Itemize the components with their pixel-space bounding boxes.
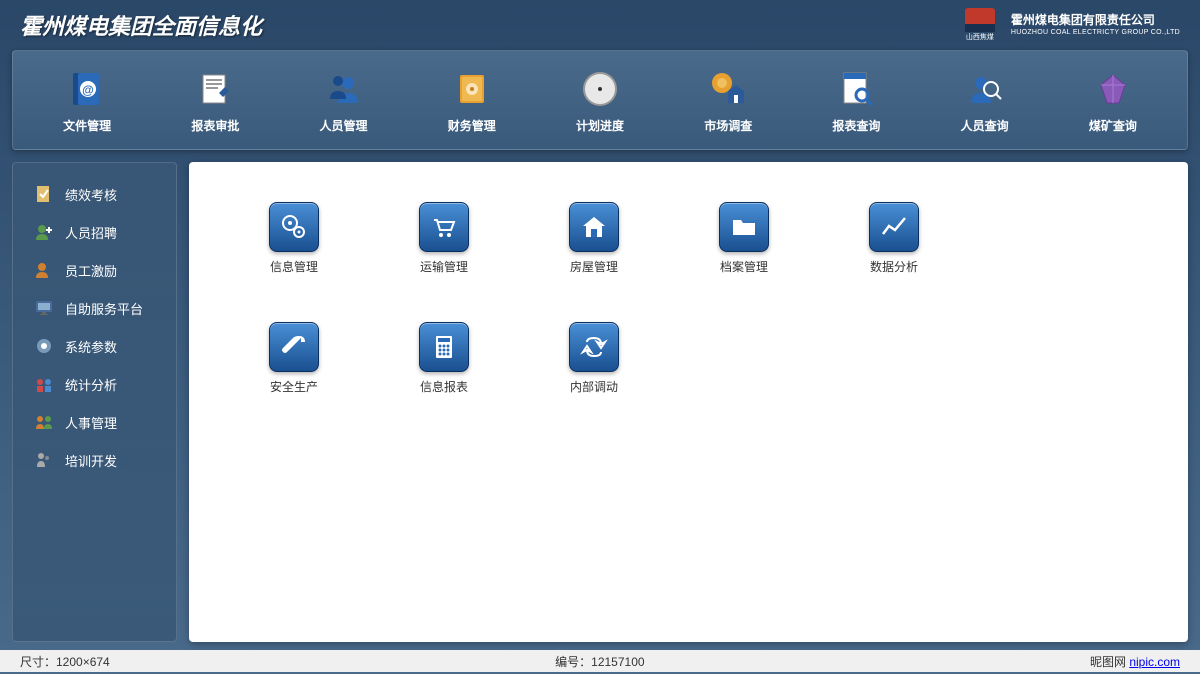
app-title: 霍州煤电集团全面信息化 xyxy=(20,9,262,41)
gear-house-icon xyxy=(706,67,750,111)
footer-id: 编号：12157100 xyxy=(555,653,644,670)
tile-label: 档案管理 xyxy=(720,258,768,275)
sidebar-label: 绩效考核 xyxy=(65,185,117,204)
sidebar-item-recruitment[interactable]: 人员招聘 xyxy=(13,213,176,251)
company-name-en: HUOZHOU COAL ELECTRICTY GROUP CO.,LTD xyxy=(1011,28,1180,37)
topnav-label: 市场调查 xyxy=(704,117,752,134)
wrench-icon xyxy=(269,322,319,372)
crystal-icon xyxy=(1091,67,1135,111)
sidebar-label: 人事管理 xyxy=(65,413,117,432)
tile-safety[interactable]: 安全生产 xyxy=(219,322,369,442)
tile-grid: 信息管理 运输管理 房屋管理 档案管理 数据分析 安全生产 xyxy=(219,202,1158,442)
document-search-icon xyxy=(834,67,878,111)
topnav-label: 文件管理 xyxy=(63,117,111,134)
sidebar-item-statistics[interactable]: 统计分析 xyxy=(13,365,176,403)
topnav-item-personnel-mgmt[interactable]: 人员管理 xyxy=(279,67,407,134)
sidebar-label: 员工激励 xyxy=(65,261,117,280)
sidebar-label: 统计分析 xyxy=(65,375,117,394)
header: 霍州煤电集团全面信息化 山西焦煤 霍州煤电集团有限责任公司 HUOZHOU CO… xyxy=(0,0,1200,50)
clipboard-check-icon xyxy=(33,183,55,205)
sidebar-item-sysparams[interactable]: 系统参数 xyxy=(13,327,176,365)
person-plus-icon xyxy=(33,221,55,243)
footer-link[interactable]: nipic.com xyxy=(1129,655,1180,669)
folder-icon xyxy=(719,202,769,252)
company-name-cn: 霍州煤电集团有限责任公司 xyxy=(1011,13,1180,29)
topnav-label: 煤矿查询 xyxy=(1089,117,1137,134)
chart-people-icon xyxy=(33,373,55,395)
top-navigation: @ 文件管理 报表审批 人员管理 财务管理 计划进度 市场调查 xyxy=(12,50,1188,150)
sidebar-item-performance[interactable]: 绩效考核 xyxy=(13,175,176,213)
tile-label: 内部调动 xyxy=(570,378,618,395)
person-star-icon xyxy=(33,259,55,281)
sidebar-label: 系统参数 xyxy=(65,337,117,356)
tile-internal-transfer[interactable]: 内部调动 xyxy=(519,322,669,442)
tile-label: 信息报表 xyxy=(420,378,468,395)
tile-transport-mgmt[interactable]: 运输管理 xyxy=(369,202,519,322)
refresh-arrows-icon xyxy=(569,322,619,372)
tile-info-report[interactable]: 信息报表 xyxy=(369,322,519,442)
topnav-item-market-survey[interactable]: 市场调查 xyxy=(664,67,792,134)
compass-icon xyxy=(578,67,622,111)
gear-icon xyxy=(33,335,55,357)
topnav-item-personnel-query[interactable]: 人员查询 xyxy=(921,67,1049,134)
sidebar-label: 培训开发 xyxy=(65,451,117,470)
sidebar-item-incentive[interactable]: 员工激励 xyxy=(13,251,176,289)
svg-text:@: @ xyxy=(82,83,94,97)
sidebar-item-selfservice[interactable]: 自助服务平台 xyxy=(13,289,176,327)
footer: 尺寸：1200×674 编号：12157100 昵图网 nipic.com xyxy=(0,650,1200,672)
topnav-item-report-query[interactable]: 报表查询 xyxy=(792,67,920,134)
sidebar-label: 自助服务平台 xyxy=(65,299,143,318)
tile-label: 运输管理 xyxy=(420,258,468,275)
topnav-label: 人员查询 xyxy=(961,117,1009,134)
monitor-icon xyxy=(33,297,55,319)
topnav-item-schedule[interactable]: 计划进度 xyxy=(536,67,664,134)
footer-dimensions: 尺寸：1200×674 xyxy=(20,653,110,670)
header-company: 山西焦煤 霍州煤电集团有限责任公司 HUOZHOU COAL ELECTRICT… xyxy=(965,8,1180,42)
address-book-icon: @ xyxy=(65,67,109,111)
tile-label: 数据分析 xyxy=(870,258,918,275)
topnav-item-finance-mgmt[interactable]: 财务管理 xyxy=(408,67,536,134)
tile-label: 安全生产 xyxy=(270,378,318,395)
topnav-item-report-approval[interactable]: 报表审批 xyxy=(151,67,279,134)
logo-icon xyxy=(965,8,995,32)
tile-info-mgmt[interactable]: 信息管理 xyxy=(219,202,369,322)
topnav-label: 报表查询 xyxy=(832,117,880,134)
tile-label: 房屋管理 xyxy=(570,258,618,275)
gears-icon xyxy=(269,202,319,252)
sidebar-item-hr[interactable]: 人事管理 xyxy=(13,403,176,441)
safe-box-icon xyxy=(450,67,494,111)
document-pen-icon xyxy=(193,67,237,111)
cart-icon xyxy=(419,202,469,252)
person-search-icon xyxy=(963,67,1007,111)
topnav-item-file-mgmt[interactable]: @ 文件管理 xyxy=(23,67,151,134)
house-icon xyxy=(569,202,619,252)
sidebar: 绩效考核 人员招聘 员工激励 自助服务平台 系统参数 统计分析 人事管理 培训 xyxy=(12,162,177,642)
tile-housing-mgmt[interactable]: 房屋管理 xyxy=(519,202,669,322)
content-panel: 信息管理 运输管理 房屋管理 档案管理 数据分析 安全生产 xyxy=(189,162,1188,642)
tile-archive-mgmt[interactable]: 档案管理 xyxy=(669,202,819,322)
calculator-icon xyxy=(419,322,469,372)
people-icon xyxy=(322,67,366,111)
tile-data-analysis[interactable]: 数据分析 xyxy=(819,202,969,322)
topnav-label: 人员管理 xyxy=(320,117,368,134)
topnav-item-mine-query[interactable]: 煤矿查询 xyxy=(1049,67,1177,134)
footer-site: 昵图网 nipic.com xyxy=(1090,653,1180,670)
chart-line-icon xyxy=(869,202,919,252)
tile-label: 信息管理 xyxy=(270,258,318,275)
sublogo-text: 山西焦煤 xyxy=(966,32,994,42)
topnav-label: 财务管理 xyxy=(448,117,496,134)
people-group-icon xyxy=(33,411,55,433)
topnav-label: 计划进度 xyxy=(576,117,624,134)
main-area: 绩效考核 人员招聘 员工激励 自助服务平台 系统参数 统计分析 人事管理 培训 xyxy=(12,162,1188,642)
sidebar-item-training[interactable]: 培训开发 xyxy=(13,441,176,479)
topnav-label: 报表审批 xyxy=(191,117,239,134)
sidebar-label: 人员招聘 xyxy=(65,223,117,242)
people-training-icon xyxy=(33,449,55,471)
